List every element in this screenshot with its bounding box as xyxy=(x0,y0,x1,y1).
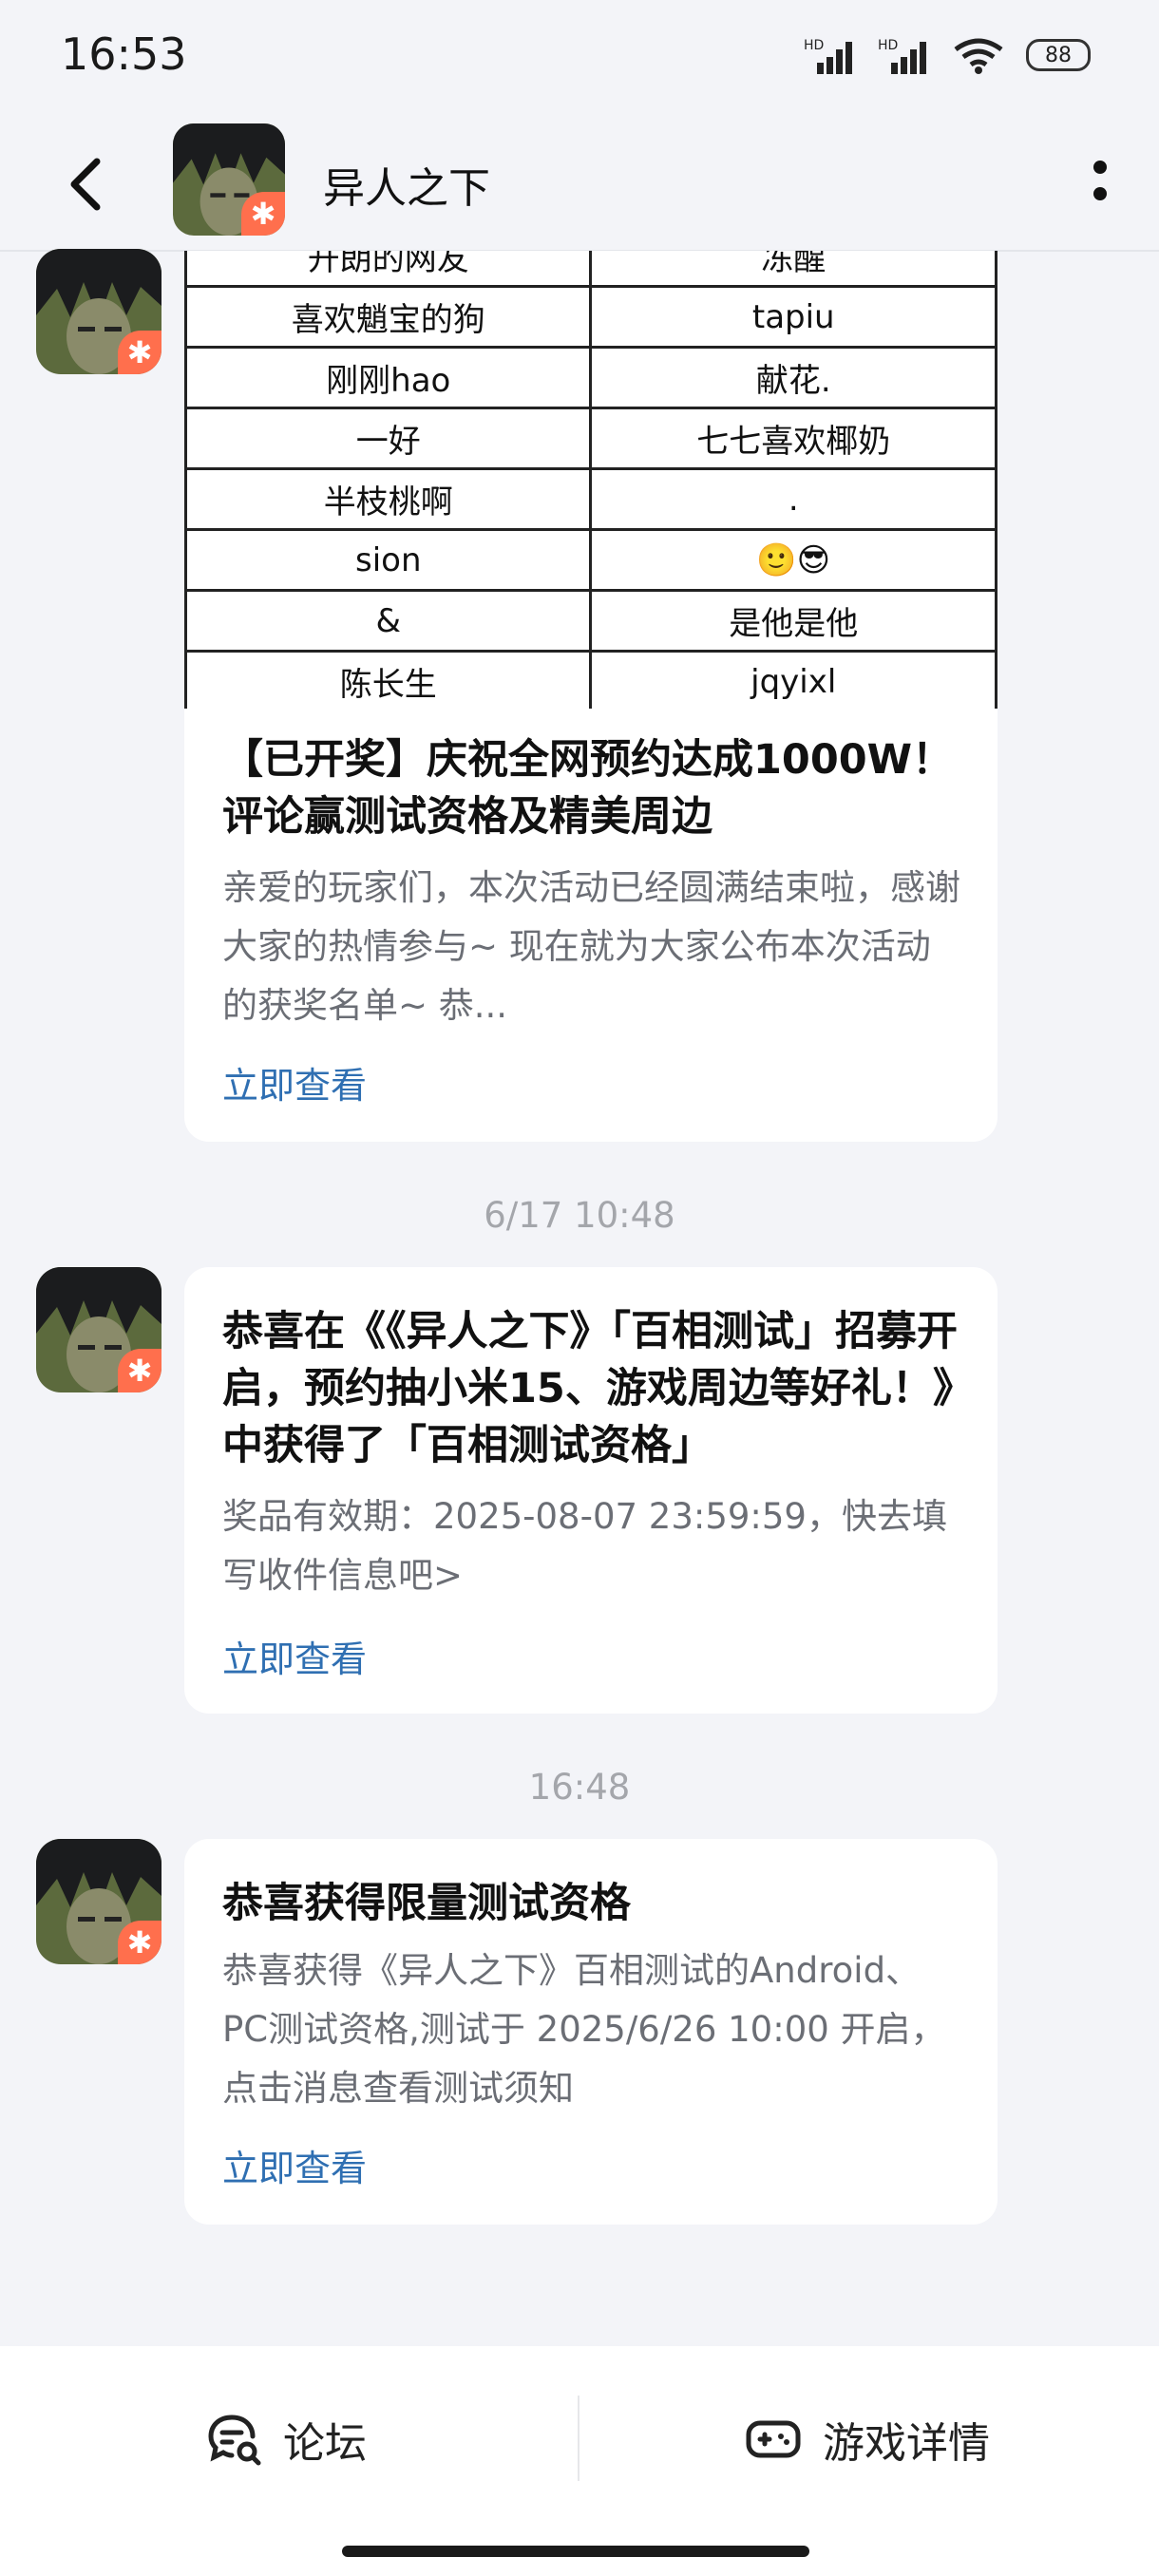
status-time: 16:53 xyxy=(61,28,187,80)
badge-icon: ✱ xyxy=(241,192,285,236)
badge-icon: ✱ xyxy=(118,1921,162,1964)
wifi-icon xyxy=(954,38,1003,74)
sender-avatar[interactable]: ✱ xyxy=(36,249,162,374)
table-row: 一好 七七喜欢椰奶 xyxy=(184,407,998,470)
gamepad-icon xyxy=(746,2420,801,2458)
message-body: 奖品有效期：2025-08-07 23:59:59，快去填写收件信息吧> xyxy=(222,1496,947,1596)
view-now-link[interactable]: 立即查看 xyxy=(222,1056,367,1108)
table-row: 陈长生 jqyixl xyxy=(184,650,998,709)
bottom-bar: 论坛 游戏详情 xyxy=(0,2346,1159,2576)
forum-label: 论坛 xyxy=(283,2419,367,2468)
home-indicator[interactable] xyxy=(342,2546,809,2557)
forum-button[interactable]: 论坛 xyxy=(207,2409,367,2470)
message-title: 恭喜获得限量测试资格 xyxy=(222,1880,631,1927)
table-cell: jqyixl xyxy=(589,650,998,709)
table-row: 喜欢魈宝的狗 tapiu xyxy=(184,285,998,349)
table-row: 开朗的网友 冻醒 xyxy=(184,251,998,288)
message-card[interactable]: 【已开奖】庆祝全网预约达成1000W！评论赢测试资格及精美周边 亲爱的玩家们，本… xyxy=(184,709,998,1142)
table-cell: 开朗的网友 xyxy=(184,251,593,288)
game-details-label: 游戏详情 xyxy=(823,2419,990,2468)
svg-text:HD: HD xyxy=(804,38,824,53)
forum-chat-icon xyxy=(208,2415,261,2466)
sender-avatar[interactable]: ✱ xyxy=(36,1267,162,1392)
table-cell: sion xyxy=(184,528,593,592)
badge-icon: ✱ xyxy=(118,331,162,374)
table-cell: 半枝桃啊 xyxy=(184,467,593,531)
table-row: sion 🙂😎 xyxy=(184,528,998,592)
timestamp: 16:48 xyxy=(528,1767,631,1808)
table-cell: . xyxy=(589,467,998,531)
table-cell: 七七喜欢椰奶 xyxy=(589,407,998,470)
table-row: 刚刚hao 献花. xyxy=(184,346,998,409)
table-row: & 是他是他 xyxy=(184,589,998,653)
table-cell: 刚刚hao xyxy=(184,346,593,409)
battery-icon: 88 xyxy=(1026,39,1091,71)
winners-table-image[interactable]: 开朗的网友 冻醒 喜欢魈宝的狗 tapiu 刚刚hao 献花. 一好 七七喜欢椰奶 半枝… xyxy=(184,251,998,709)
header-avatar[interactable]: ✱ xyxy=(173,123,285,236)
table-cell: 冻醒 xyxy=(589,251,998,288)
message-card[interactable]: 恭喜在《《异人之下》「百相测试」招募开启，预约抽小米15、游戏周边等好礼！》中获… xyxy=(184,1267,998,1714)
table-cell: 陈长生 xyxy=(184,650,593,709)
table-cell: 🙂😎 xyxy=(589,528,998,592)
badge-icon: ✱ xyxy=(118,1349,162,1392)
status-icons: HD HD 88 xyxy=(804,36,1091,74)
table-row: 半枝桃啊. xyxy=(184,467,998,531)
message-title: 恭喜在《《异人之下》「百相测试」招募开启，预约抽小米15、游戏周边等好礼！》中获… xyxy=(222,1308,958,1469)
message-title: 【已开奖】庆祝全网预约达成1000W！评论赢测试资格及精美周边 xyxy=(222,736,954,841)
game-details-button[interactable]: 游戏详情 xyxy=(745,2409,990,2470)
timestamp: 6/17 10:48 xyxy=(484,1195,675,1236)
view-now-link[interactable]: 立即查看 xyxy=(222,1630,367,1682)
table-cell: 是他是他 xyxy=(589,589,998,653)
table-cell: tapiu xyxy=(589,285,998,349)
view-now-link[interactable]: 立即查看 xyxy=(222,2139,367,2191)
back-arrow-icon[interactable] xyxy=(59,156,116,213)
bottom-divider xyxy=(578,2396,580,2481)
table-cell: 一好 xyxy=(184,407,593,470)
table-cell: & xyxy=(184,589,593,653)
app-header: ✱ 异人之下 xyxy=(0,118,1159,251)
winners-table: 开朗的网友 冻醒 喜欢魈宝的狗 tapiu 刚刚hao 献花. 一好 七七喜欢椰奶 半枝… xyxy=(184,251,998,709)
message-body: 亲爱的玩家们，本次活动已经圆满结束啦，感谢大家的热情参与~ 现在就为大家公布本次… xyxy=(222,867,960,1026)
signal-icon: HD xyxy=(804,38,852,74)
table-cell: 献花. xyxy=(589,346,998,409)
chat-title: 异人之下 xyxy=(323,164,490,213)
table-cell: 喜欢魈宝的狗 xyxy=(184,285,593,349)
message-body: 恭喜获得《异人之下》百相测试的Android、PC测试资格,测试于 2025/6… xyxy=(222,1950,946,2109)
more-vertical-icon[interactable] xyxy=(1089,152,1112,209)
svg-text:HD: HD xyxy=(878,38,898,53)
sender-avatar[interactable]: ✱ xyxy=(36,1839,162,1964)
message-card[interactable]: 恭喜获得限量测试资格 恭喜获得《异人之下》百相测试的Android、PC测试资格… xyxy=(184,1839,998,2225)
signal-icon-2: HD xyxy=(878,38,926,74)
